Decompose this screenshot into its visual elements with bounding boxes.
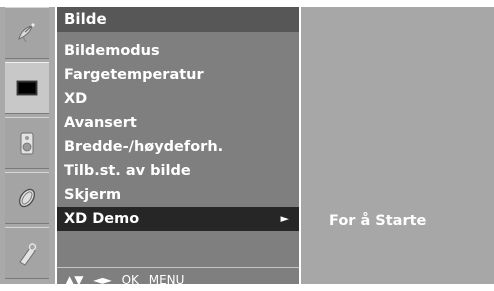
menu-item-bildemodus[interactable]: Bildemodus bbox=[57, 39, 299, 63]
category-picture[interactable] bbox=[5, 62, 49, 114]
menu-item-label: XD Demo bbox=[64, 211, 140, 227]
category-setup[interactable] bbox=[5, 7, 49, 59]
clock-icon bbox=[19, 188, 35, 208]
submenu-arrow-icon: ► bbox=[280, 212, 289, 225]
start-demo-option[interactable]: For å Starte bbox=[329, 209, 426, 233]
picture-icon bbox=[16, 80, 38, 96]
category-usb[interactable] bbox=[5, 227, 49, 279]
nav-hint-bar: ▲▼ ◄► OK MENU bbox=[65, 269, 190, 291]
menu-item-fargetemperatur[interactable]: Fargetemperatur bbox=[57, 63, 299, 87]
menu-hint: MENU bbox=[148, 273, 185, 287]
menu-item-label: Tilb.st. av bilde bbox=[64, 163, 191, 179]
menu-item-label: Bredde-/høydeforh. bbox=[64, 139, 224, 155]
menu-item-label: Bildemodus bbox=[64, 43, 160, 59]
ok-hint: OK bbox=[121, 273, 139, 287]
menu-divider bbox=[57, 267, 299, 268]
menu-list: Bildemodus Fargetemperatur XD Avansert B… bbox=[57, 39, 299, 231]
leftright-arrows-icon: ◄► bbox=[93, 273, 112, 287]
picture-menu: Bilde Bildemodus Fargetemperatur XD Avan… bbox=[57, 7, 299, 287]
menu-item-avansert[interactable]: Avansert bbox=[57, 111, 299, 135]
menu-title: Bilde bbox=[57, 7, 299, 32]
menu-item-aspect-ratio[interactable]: Bredde-/høydeforh. bbox=[57, 135, 299, 159]
menu-item-label: Skjerm bbox=[64, 187, 122, 203]
updown-arrows-icon: ▲▼ bbox=[65, 273, 84, 287]
menu-item-label: Avansert bbox=[64, 115, 137, 131]
menu-item-xd[interactable]: XD bbox=[57, 87, 299, 111]
usb-key-icon bbox=[19, 243, 37, 266]
xd-demo-submenu: For å Starte bbox=[301, 7, 494, 284]
tv-osd-menu: Bilde Bildemodus Fargetemperatur XD Avan… bbox=[0, 0, 494, 287]
category-audio[interactable] bbox=[5, 117, 49, 169]
category-time[interactable] bbox=[5, 172, 49, 224]
menu-item-label: XD bbox=[64, 91, 88, 107]
category-icon-bar bbox=[0, 7, 55, 284]
menu-item-picture-reset[interactable]: Tilb.st. av bilde bbox=[57, 159, 299, 183]
menu-item-xd-demo[interactable]: XD Demo ► bbox=[57, 207, 299, 231]
menu-item-skjerm[interactable]: Skjerm bbox=[57, 183, 299, 207]
satellite-dish-icon bbox=[18, 23, 35, 43]
speaker-icon bbox=[20, 132, 34, 155]
menu-item-label: Fargetemperatur bbox=[64, 67, 204, 83]
